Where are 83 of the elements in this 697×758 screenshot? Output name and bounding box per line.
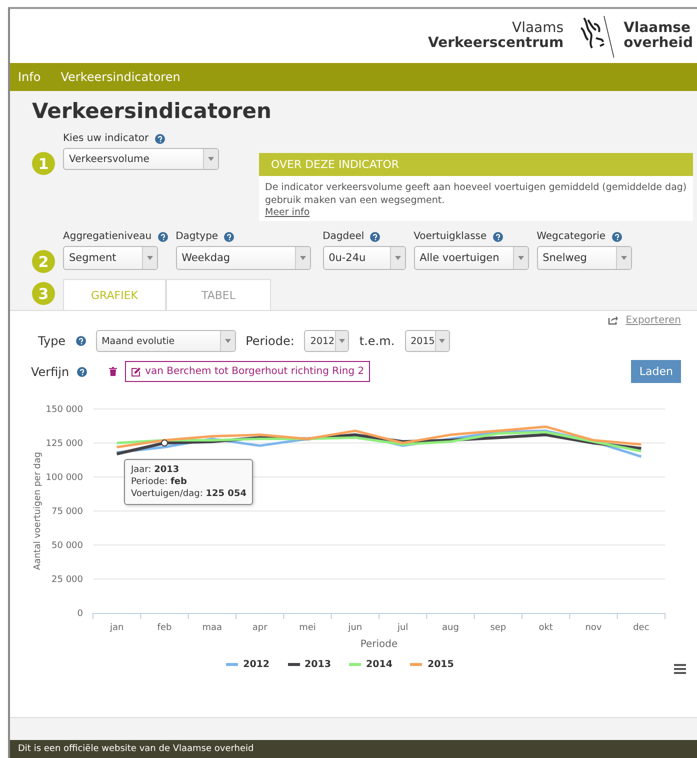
axis-tick-label: nov — [585, 623, 602, 633]
axis-tick-label: 100 000 — [46, 473, 83, 483]
step-number: 1 — [32, 152, 55, 175]
footer-text: Dit is een officiële website van de Vlaamse overheid — [10, 740, 697, 758]
legend-item[interactable]: 2015 — [410, 659, 454, 670]
caret-icon — [224, 339, 231, 343]
axis-tick-label: 125 000 — [46, 439, 83, 449]
edit-icon — [131, 366, 142, 376]
axis-tick-label: 25 000 — [52, 575, 83, 585]
axis-tick-label: 75 000 — [52, 507, 83, 517]
tooltip-line: Voertuigen/dag: 125 054 — [131, 488, 246, 500]
caret-icon — [147, 256, 153, 260]
axis-tick-label: maa — [202, 623, 222, 633]
axis-tick-label: jan — [110, 623, 124, 633]
axis-tick-label: 150 000 — [46, 405, 83, 415]
field-label: Aggregatieniveau — [63, 231, 152, 242]
caret-icon — [620, 256, 627, 260]
dropdown[interactable]: Snelweg — [536, 246, 632, 270]
help-icon[interactable] — [224, 232, 234, 242]
axis-tick-label: sep — [490, 623, 506, 633]
dropdown[interactable]: Segment — [63, 246, 158, 270]
tooltip-line: Jaar: 2013 — [131, 464, 180, 476]
legend-item[interactable]: 2014 — [349, 659, 392, 670]
caret-icon — [339, 339, 345, 343]
dropdown[interactable]: Verkeersvolume — [63, 148, 219, 170]
help-icon[interactable] — [492, 232, 503, 242]
axis-tick-label: okt — [538, 623, 553, 633]
export-link[interactable]: Exporteren — [626, 315, 681, 326]
more-info-link[interactable]: Meer info — [259, 207, 693, 221]
help-icon[interactable] — [77, 366, 88, 376]
field-label: Kies uw indicator — [63, 133, 149, 144]
axis-tick-label: apr — [252, 623, 268, 633]
help-icon[interactable] — [154, 134, 165, 144]
field-label: Wegcategorie — [536, 231, 606, 242]
field-label: Dagdeel — [322, 231, 364, 242]
help-icon[interactable] — [158, 232, 168, 242]
brand-name: overheid — [624, 36, 693, 51]
dropdown[interactable]: 2015 — [404, 330, 450, 352]
hover-marker — [161, 440, 168, 446]
dropdown[interactable]: Maand evolutie — [96, 330, 236, 352]
help-icon[interactable] — [370, 232, 380, 242]
dropdown[interactable]: Alle voertuigen — [414, 246, 529, 270]
menu-icon[interactable] — [674, 664, 686, 674]
brand-name: Vlaamse — [624, 21, 692, 36]
caret-icon — [394, 256, 401, 260]
legend-item[interactable]: 2013 — [288, 659, 331, 670]
brand-name: Verkeerscentrum — [428, 36, 564, 51]
filter-chip[interactable]: van Berchem tot Borgerhout richting Ring 2 — [125, 361, 370, 382]
dropdown[interactable]: 2012 — [304, 330, 350, 352]
axis-tick-label: jul — [397, 623, 408, 633]
help-icon[interactable] — [76, 336, 86, 346]
field-label: Periode: — [246, 334, 294, 348]
info-panel-title: OVER DEZE INDICATOR — [259, 153, 693, 176]
field-label: Type — [38, 334, 66, 348]
info-text: De indicator verkeersvolume geeft aan hoeveel voertuigen gemiddeld (gemiddelde dag) gebruik maken van een wegsegment. — [264, 181, 688, 207]
field-label: Dagtype — [176, 231, 218, 242]
trash-icon[interactable] — [109, 367, 118, 376]
caret-icon — [208, 157, 214, 161]
axis-tick-label: dec — [633, 623, 650, 633]
axis-tick-label: 50 000 — [52, 541, 83, 551]
legend-item[interactable]: 2012 — [226, 659, 270, 670]
step-number: 2 — [32, 250, 55, 273]
page-title: Verkeersindicatoren — [32, 99, 272, 123]
field-label: Voertuigklasse — [414, 231, 487, 242]
caret-icon — [300, 256, 306, 260]
tooltip-line: Periode: feb — [131, 476, 188, 488]
axis-tick-label: jun — [348, 623, 362, 633]
axis-title: Aantal voertuigen per dag — [33, 452, 43, 570]
caret-icon — [439, 339, 446, 343]
caret-icon — [518, 256, 524, 260]
axis-title: Periode — [360, 639, 398, 650]
axis-tick-label: mei — [299, 623, 316, 633]
dropdown[interactable]: 0u-24u — [322, 246, 406, 270]
axis-tick-label: feb — [157, 623, 172, 633]
axis-tick-label: aug — [442, 623, 459, 633]
field-label: Verfijn — [31, 364, 70, 378]
dropdown[interactable]: Weekdag — [176, 246, 311, 270]
axis-tick-label: 0 — [77, 609, 83, 619]
brand-name: Vlaams — [512, 21, 564, 36]
export-icon[interactable] — [608, 316, 618, 325]
help-icon[interactable] — [612, 232, 622, 242]
field-label: t.e.m. — [359, 334, 395, 348]
step-number: 3 — [32, 282, 55, 305]
